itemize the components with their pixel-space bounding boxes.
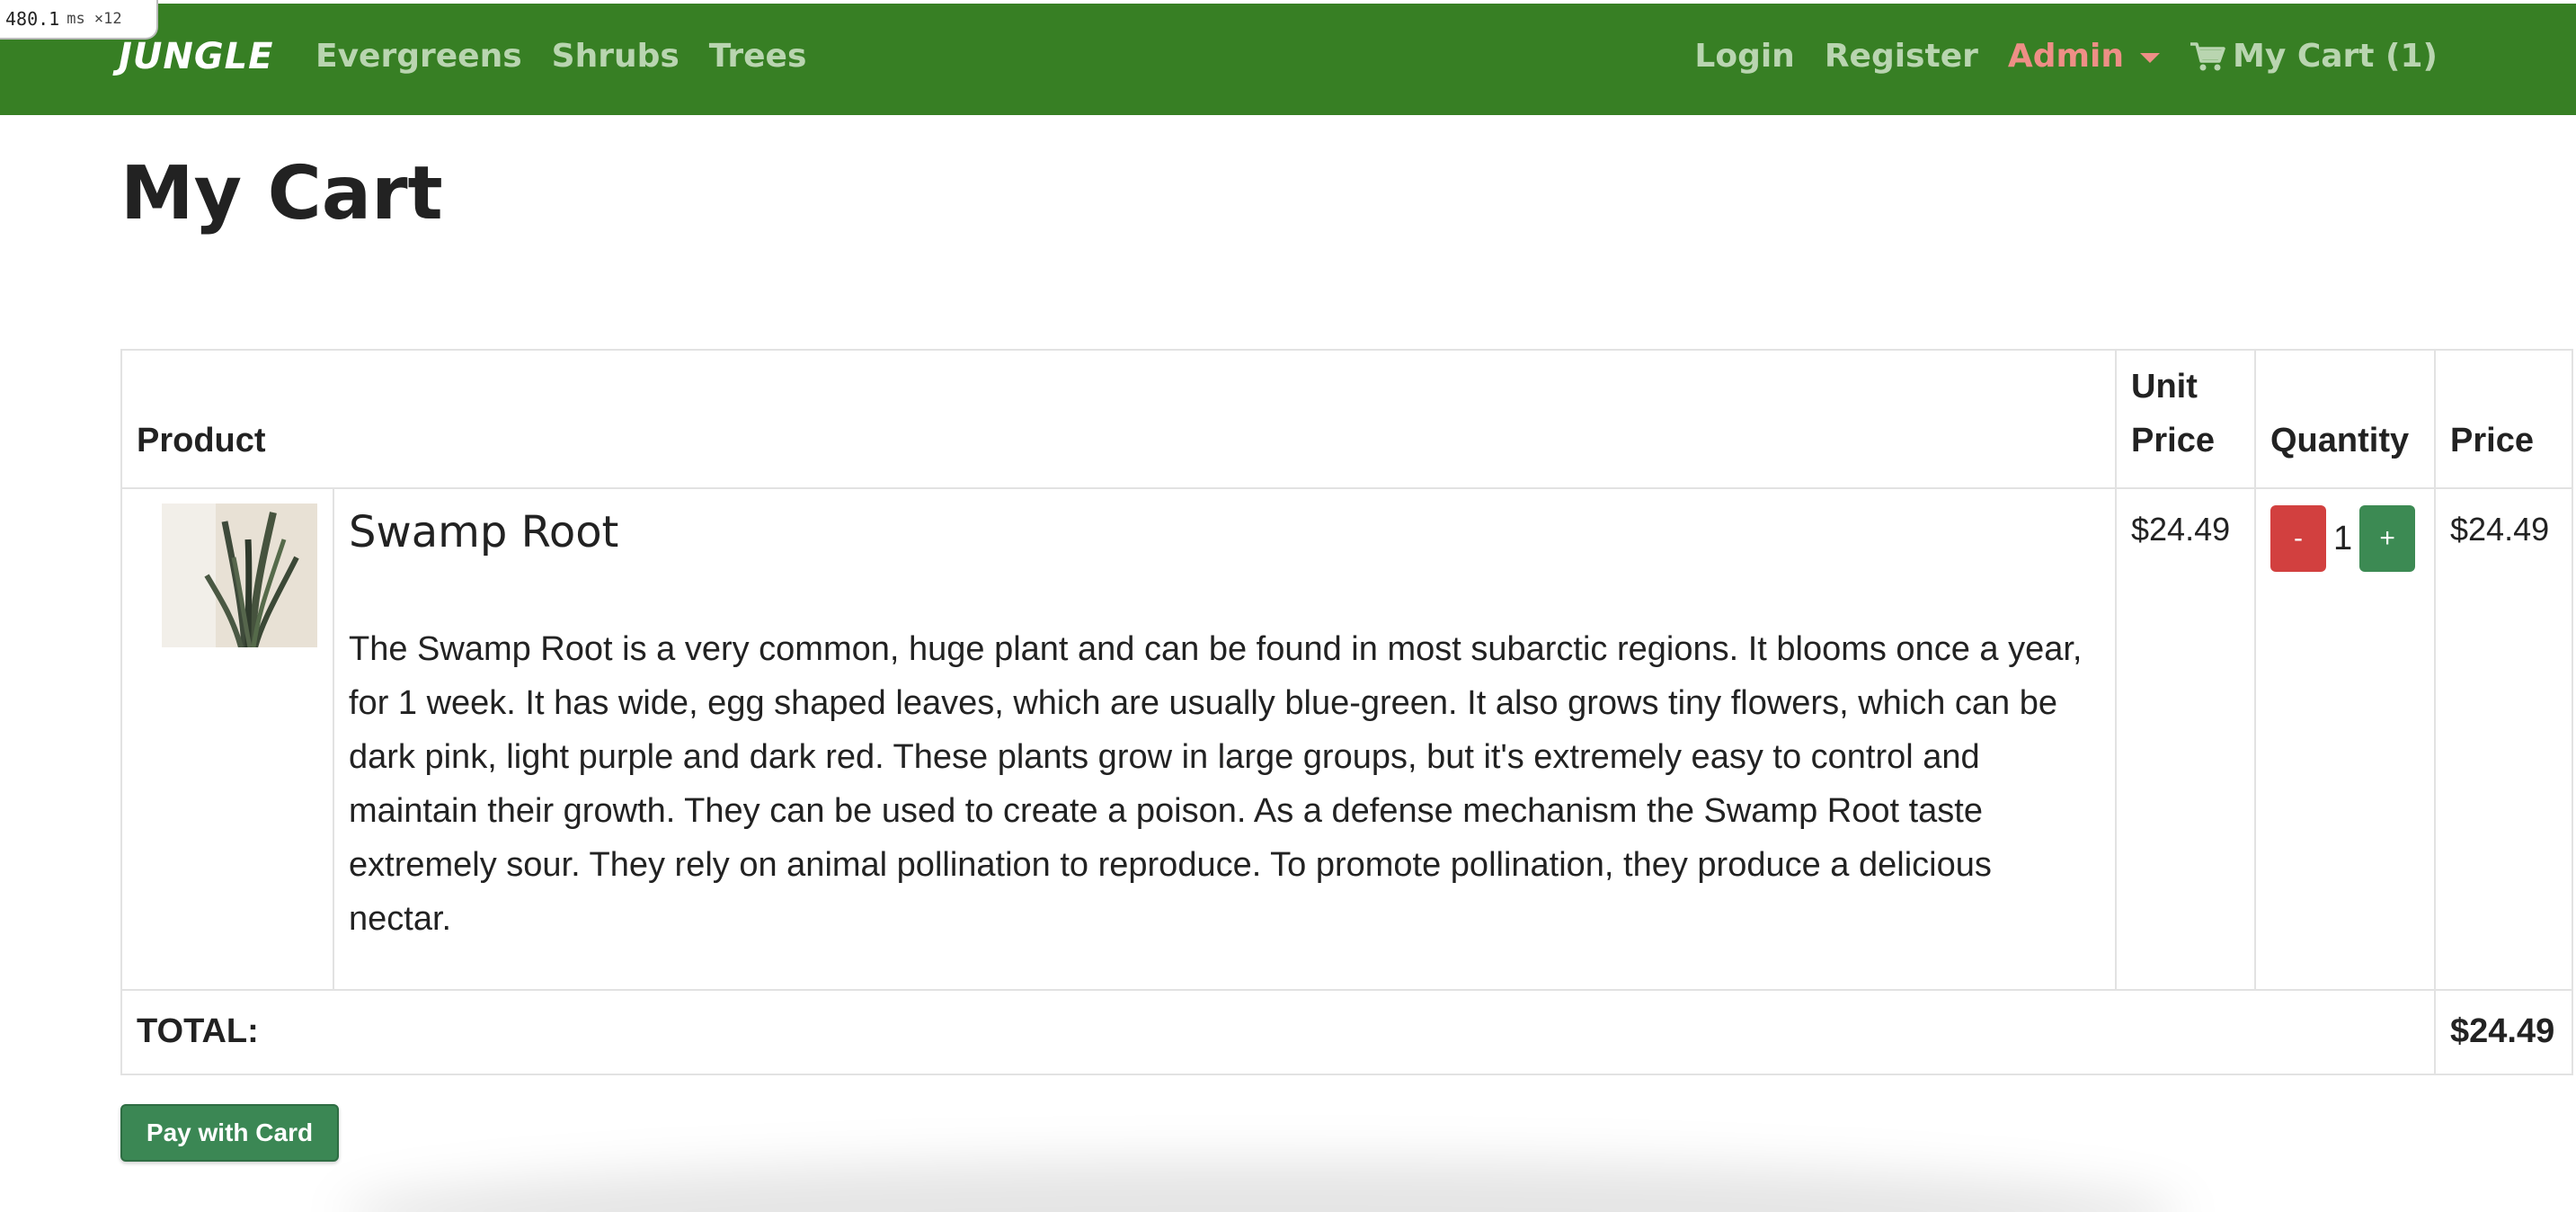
nav-link-evergreens[interactable]: Evergreens [315, 38, 522, 75]
nav-link-trees[interactable]: Trees [709, 38, 807, 75]
total-label: TOTAL: [120, 989, 2436, 1075]
header-unit-price: Unit Price [2115, 349, 2256, 489]
nav-admin-label: Admin [2007, 38, 2124, 75]
page-title: My Cart [120, 151, 443, 236]
performance-badge: 480.1 ms ×12 [0, 0, 158, 40]
total-row: TOTAL: $24.49 [120, 989, 2573, 1075]
navbar: JUNGLE Evergreens Shrubs Trees Login Reg… [0, 4, 2576, 115]
decrease-quantity-button[interactable]: - [2270, 505, 2326, 572]
perf-value: 480.1 [5, 8, 60, 30]
product-description: The Swamp Root is a very common, huge pl… [349, 630, 2083, 938]
product-name[interactable]: Swamp Root [349, 505, 2101, 559]
nav-admin-dropdown[interactable]: Admin [2008, 38, 2160, 75]
table-row: Swamp Root The Swamp Root is a very comm… [120, 487, 2573, 991]
quantity-stepper: - 1 + [2270, 505, 2420, 572]
product-info-cell: Swamp Root The Swamp Root is a very comm… [333, 487, 2117, 991]
nav-link-shrubs[interactable]: Shrubs [552, 38, 680, 75]
total-value: $24.49 [2434, 989, 2573, 1075]
quantity-cell: - 1 + [2254, 487, 2436, 991]
header-price: Price [2434, 349, 2573, 489]
cart-table: Product Unit Price Quantity Price Swamp … [120, 349, 2573, 1075]
nav-account: Login Register Admin My Cart (1) [1694, 38, 2438, 75]
increase-quantity-button[interactable]: + [2359, 505, 2416, 572]
shopping-cart-icon [2190, 41, 2225, 70]
nav-link-register[interactable]: Register [1825, 38, 1978, 75]
quantity-value: 1 [2333, 519, 2353, 557]
brand-logo[interactable]: JUNGLE [119, 36, 273, 77]
nav-link-login[interactable]: Login [1694, 38, 1794, 75]
price-cell: $24.49 [2434, 487, 2573, 991]
caret-down-icon [2140, 53, 2160, 63]
product-image-cell [120, 487, 334, 991]
header-product: Product [120, 349, 2117, 489]
nav-cart-label: My Cart (1) [2233, 38, 2438, 75]
perf-unit: ms ×12 [67, 10, 122, 28]
pay-with-card-button[interactable]: Pay with Card [120, 1104, 339, 1162]
overlay-shadow [342, 1160, 2184, 1212]
nav-link-cart[interactable]: My Cart (1) [2190, 38, 2438, 75]
product-image[interactable] [162, 504, 317, 647]
nav-categories: Evergreens Shrubs Trees [315, 38, 806, 75]
unit-price-cell: $24.49 [2115, 487, 2256, 991]
header-quantity: Quantity [2254, 349, 2436, 489]
table-header-row: Product Unit Price Quantity Price [120, 349, 2573, 489]
